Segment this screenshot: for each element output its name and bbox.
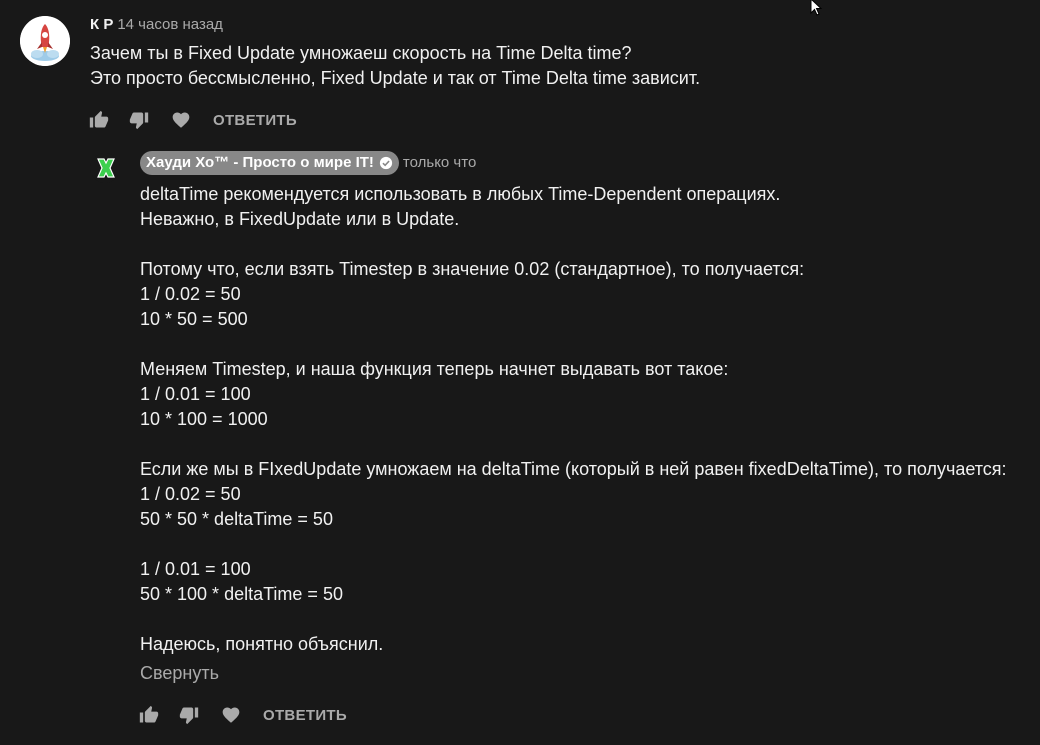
reply-button[interactable]: ОТВЕТИТЬ (213, 112, 297, 129)
heart-icon[interactable] (220, 704, 242, 726)
reply-button[interactable]: ОТВЕТИТЬ (263, 707, 347, 724)
channel-avatar[interactable] (90, 153, 120, 183)
reply-author: Хауди Хо™ - Просто о мире IT! (146, 154, 374, 171)
avatar[interactable] (20, 16, 70, 66)
comment-header: К Р 14 часов назад (90, 14, 1010, 36)
channel-logo-icon (90, 153, 120, 183)
comment-text: Зачем ты в Fixed Update умножаеш скорост… (90, 43, 701, 88)
reply-text: deltaTime рекомендуется использовать в л… (140, 184, 1007, 654)
comments-page: К Р 14 часов назад Зачем ты в Fixed Updat… (0, 0, 1040, 745)
heart-icon[interactable] (170, 109, 192, 131)
thumb-up-icon[interactable] (88, 109, 110, 131)
reply-actions: ОТВЕТИТЬ (138, 703, 347, 727)
reply-body: Хауди Хо™ - Просто о мире IT! только что… (140, 150, 1030, 684)
rocket-avatar-icon (20, 16, 70, 66)
comment-actions: ОТВЕТИТЬ (88, 108, 297, 132)
thumb-up-icon[interactable] (138, 704, 160, 726)
check-circle-icon (379, 156, 393, 170)
comment-time[interactable]: 14 часов назад (117, 16, 223, 33)
comment-author[interactable]: К Р (90, 16, 113, 33)
channel-author-badge[interactable]: Хауди Хо™ - Просто о мире IT! (140, 151, 399, 175)
comment-body: К Р 14 часов назад Зачем ты в Fixed Updat… (90, 14, 1010, 91)
thumb-down-icon[interactable] (128, 109, 150, 131)
reply-time[interactable]: только что (403, 154, 476, 171)
reply-header: Хауди Хо™ - Просто о мире IT! только что (140, 150, 1030, 176)
thumb-down-icon[interactable] (178, 704, 200, 726)
collapse-button[interactable]: Свернуть (140, 663, 219, 684)
